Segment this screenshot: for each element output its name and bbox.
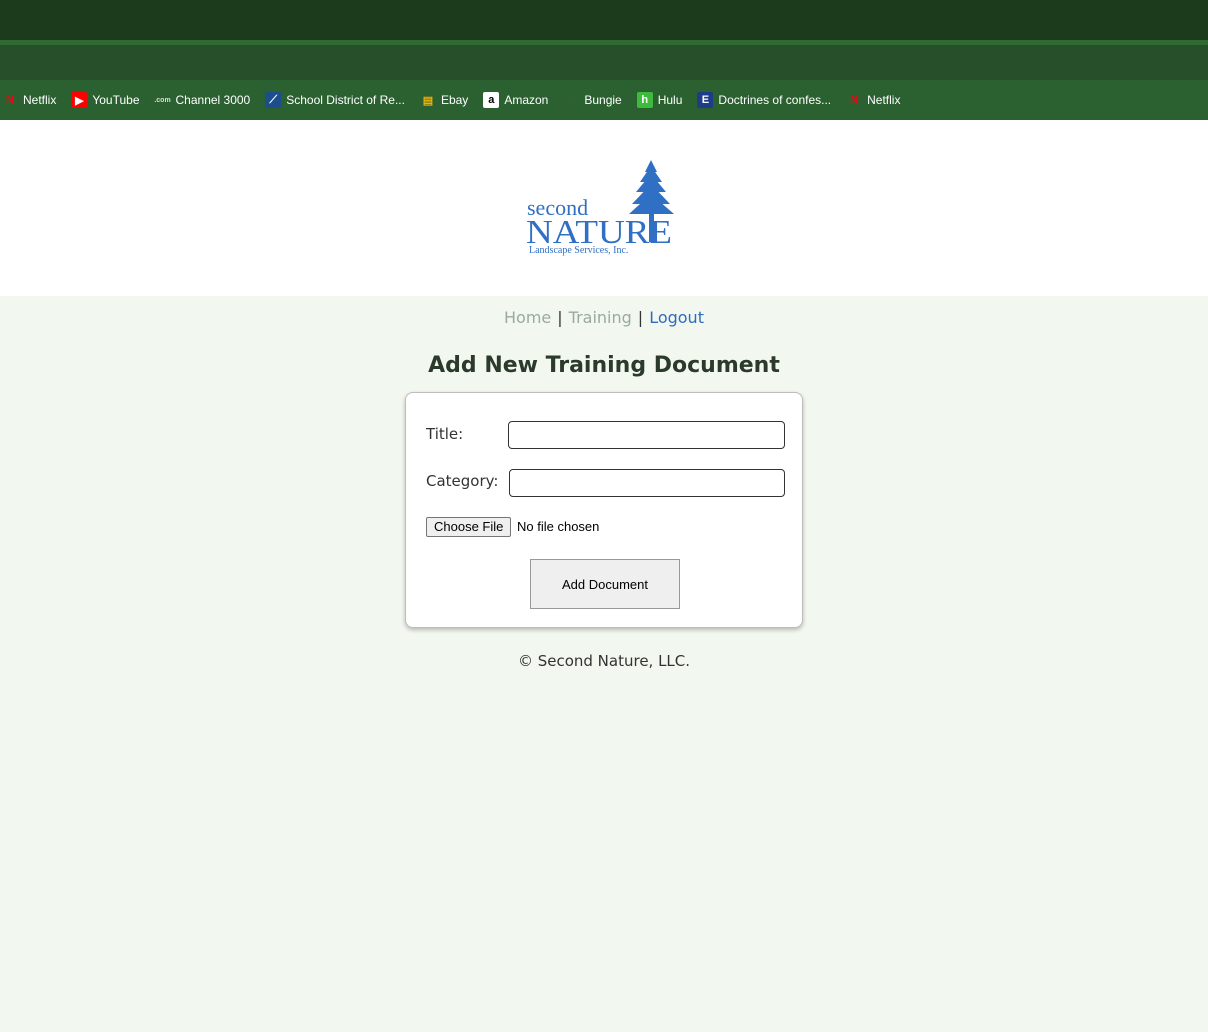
bookmark-label: Bungie (584, 93, 622, 107)
file-status-text: No file chosen (517, 519, 600, 534)
company-logo[interactable]: second NATURE Landscape Services, Inc. (524, 158, 684, 258)
netflix-icon: N (6, 94, 14, 106)
site-header: second NATURE Landscape Services, Inc. (0, 120, 1208, 296)
page-footer: © Second Nature, LLC. (517, 652, 691, 670)
youtube-icon: ▶ (71, 92, 88, 108)
ebay-icon: ▤ (422, 94, 434, 107)
category-input[interactable] (509, 469, 785, 497)
bookmark-label: Doctrines of confes... (718, 93, 832, 107)
title-input[interactable] (508, 421, 785, 449)
bookmark-item[interactable]: N Netflix (2, 92, 56, 108)
bookmark-label: School District of Re... (286, 93, 405, 107)
bookmark-label: Amazon (504, 93, 549, 107)
bookmark-label: YouTube (92, 93, 140, 107)
amazon-icon: a (483, 92, 500, 108)
nav-separator: | (557, 308, 563, 327)
netflix-icon: N (850, 94, 859, 106)
channel3000-icon: .com (154, 96, 171, 104)
add-document-button[interactable]: Add Document (530, 559, 680, 609)
bookmark-label: Netflix (867, 93, 901, 107)
choose-file-button[interactable]: Choose File (426, 517, 512, 537)
bookmark-item[interactable]: ▤ Ebay (420, 92, 469, 108)
bookmark-label: Hulu (657, 93, 683, 107)
bookmark-label: Netflix (23, 93, 57, 107)
svg-text:Landscape Services, Inc.: Landscape Services, Inc. (529, 245, 628, 256)
title-label: Title: (426, 425, 464, 443)
bookmark-label: Channel 3000 (175, 93, 251, 107)
browser-address-bar[interactable] (0, 45, 1208, 80)
tree-icon: second NATURE Landscape Services, Inc. (526, 160, 674, 256)
bungie-icon: ◌ (568, 94, 575, 106)
bookmark-item[interactable]: ◌ Bungie (563, 92, 622, 108)
nav-separator: | (637, 308, 644, 327)
hulu-icon: h (636, 92, 653, 108)
category-label: Category: (426, 472, 499, 490)
school-district-icon: ⟋ (265, 92, 282, 108)
nav-home-link[interactable]: Home (504, 308, 551, 327)
nav-training-link[interactable]: Training (569, 308, 632, 327)
bookmark-item[interactable]: N Netflix (846, 92, 900, 108)
page-title: Add New Training Document (428, 353, 780, 378)
browser-title-bar (0, 0, 1208, 40)
doctrines-icon: E (697, 92, 714, 108)
bookmark-item[interactable]: ⟋ School District of Re... (265, 92, 405, 108)
bookmark-item[interactable]: .com Channel 3000 (154, 92, 251, 108)
bookmark-item[interactable]: h Hulu (636, 92, 683, 108)
bookmark-label: Ebay (440, 93, 469, 107)
main-nav: Home | Training | Logout (0, 308, 1208, 327)
bookmark-item[interactable]: a Amazon (483, 92, 548, 108)
add-document-form: Title: Category: Choose File No file cho… (405, 392, 803, 628)
bookmarks-bar: N Netflix ▶ YouTube .com Channel 3000 ⟋ School … (0, 80, 1208, 120)
nav-logout-link[interactable]: Logout (649, 308, 704, 327)
bookmark-item[interactable]: E Doctrines of confes... (697, 92, 831, 108)
bookmark-item[interactable]: ▶ YouTube (71, 92, 140, 108)
